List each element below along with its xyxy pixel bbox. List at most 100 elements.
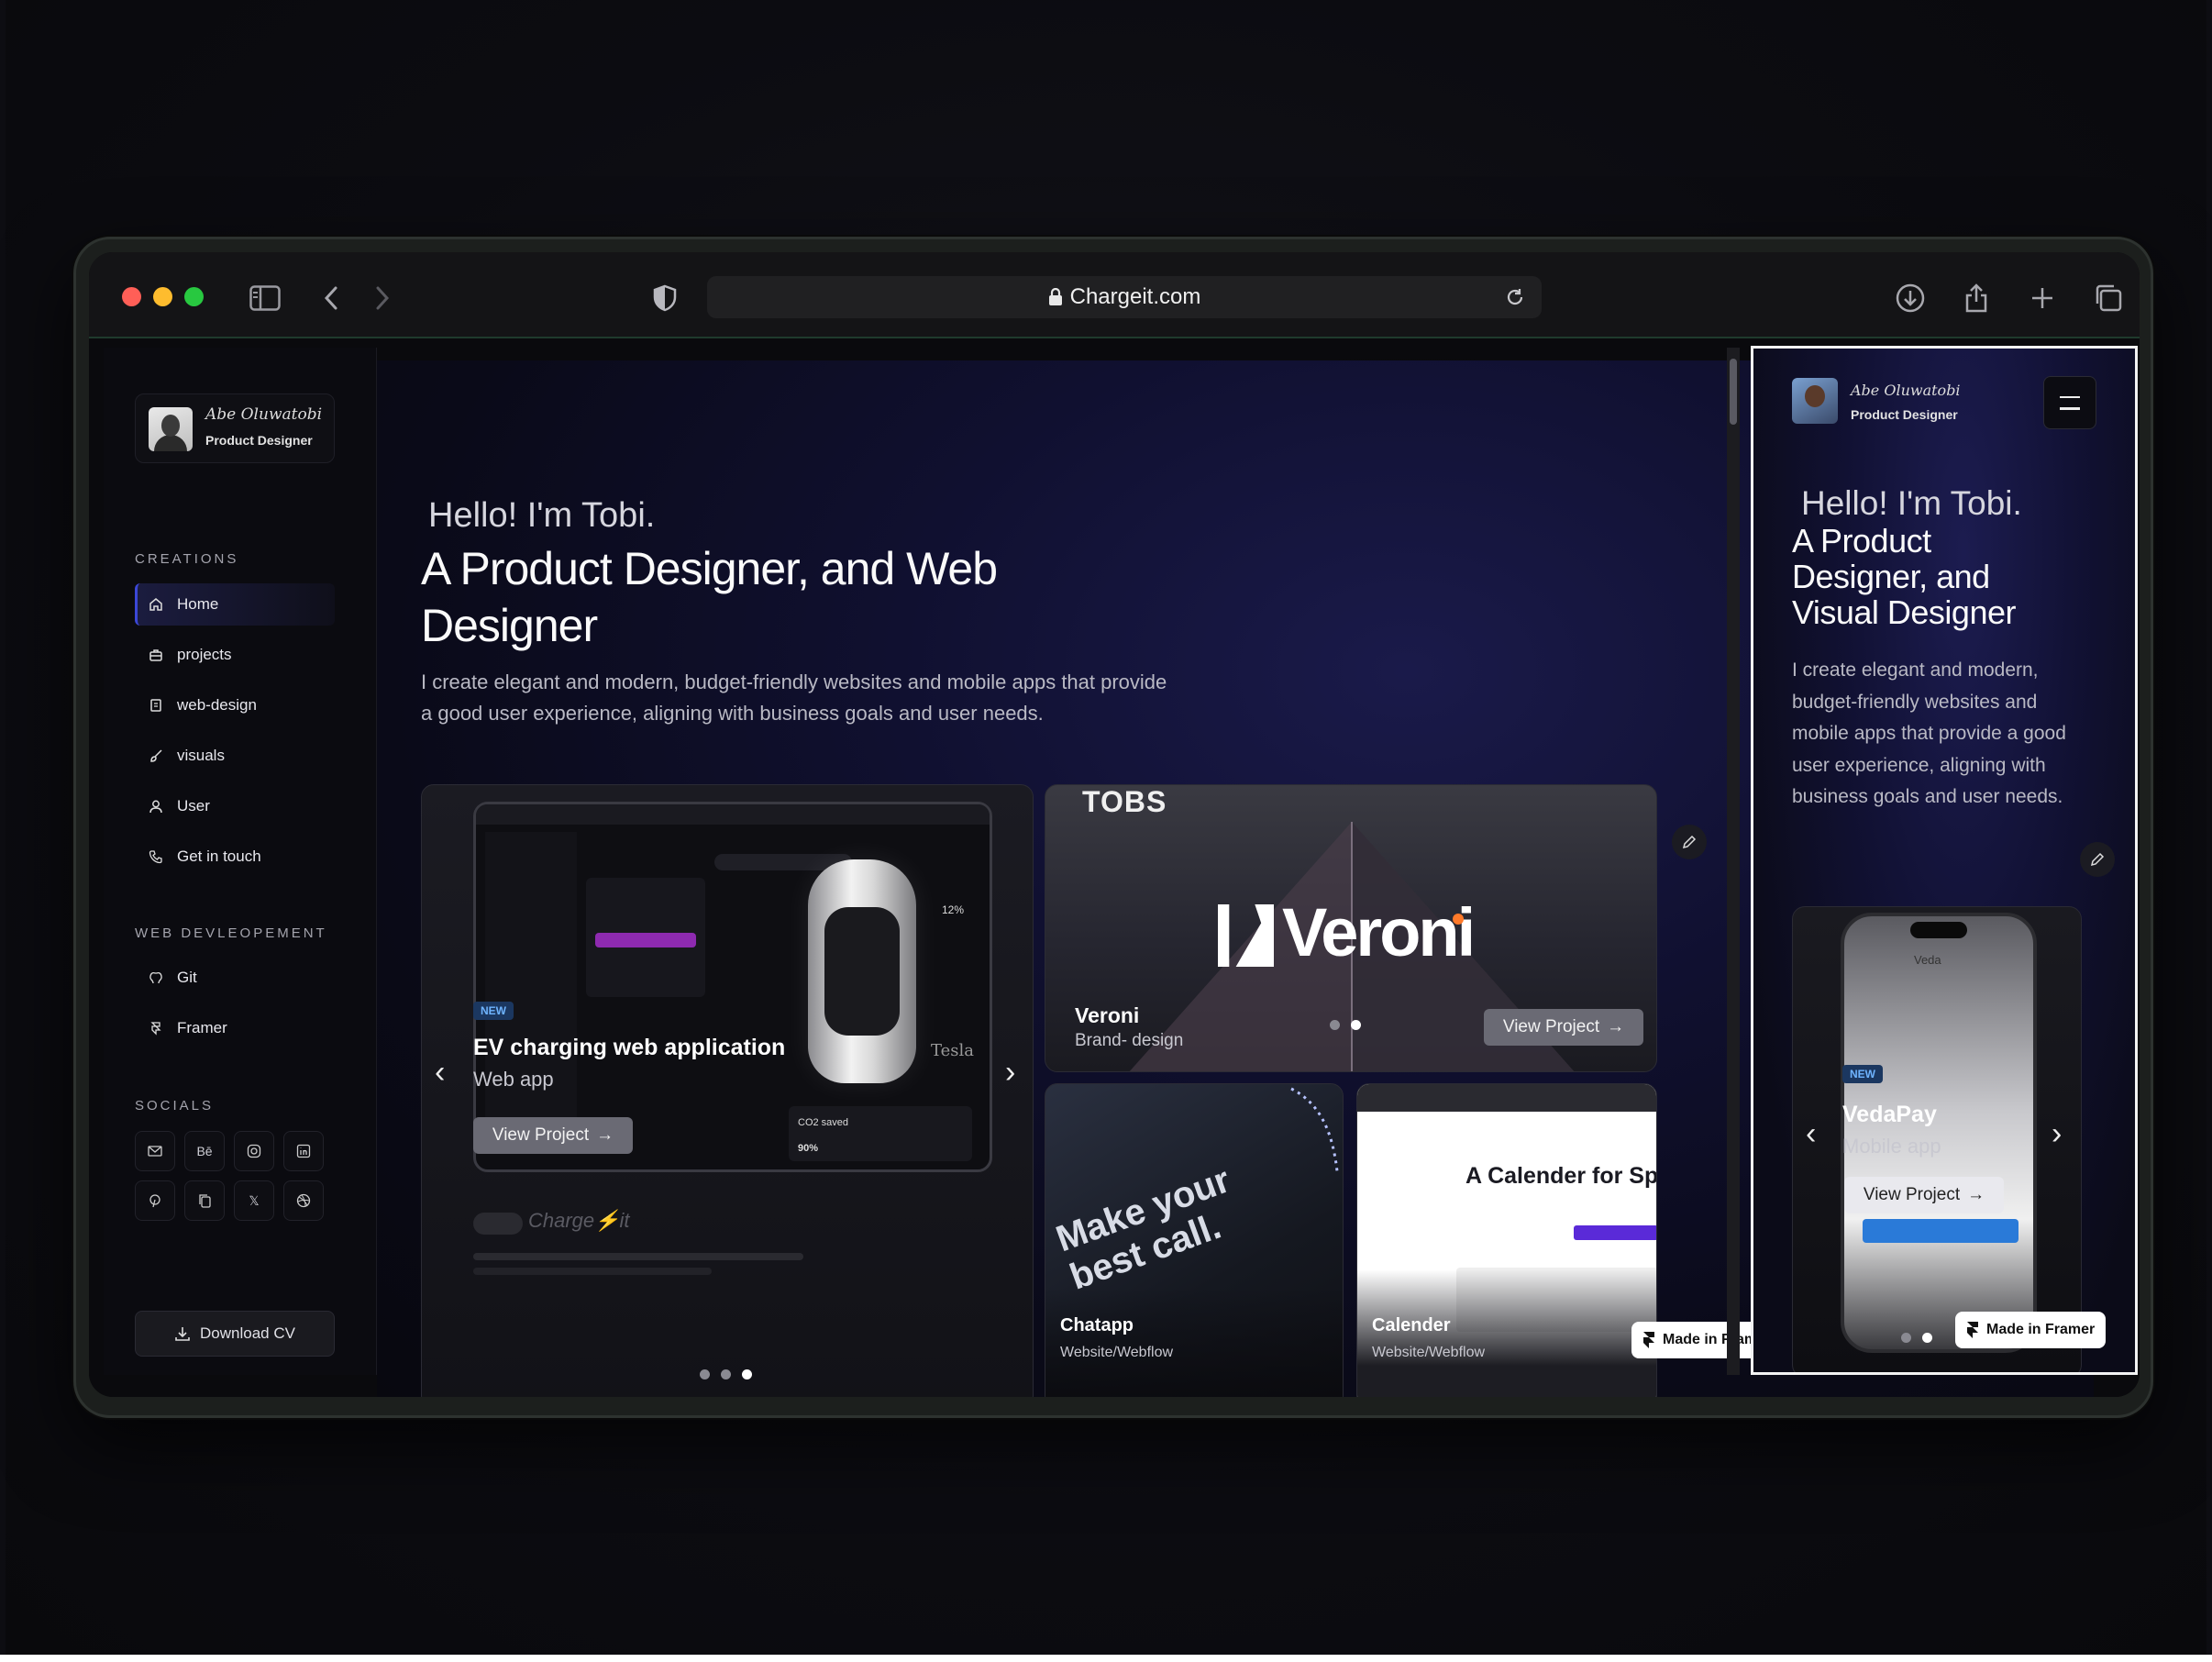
project-card-veroni[interactable]: TOBS Veroni Veroni Brand- design View Pr…	[1045, 784, 1657, 1072]
arrow-right-icon: →	[1967, 1185, 1985, 1204]
nav-item-label: Git	[177, 969, 197, 986]
nav-item-home[interactable]: Home	[135, 583, 335, 626]
linkedin-icon[interactable]	[283, 1131, 324, 1171]
instagram-icon[interactable]	[234, 1131, 274, 1171]
mobile-preview: Abe Oluwatobi Product Designer Hello! I'…	[1751, 346, 2138, 1375]
briefcase-icon	[148, 647, 164, 663]
arrow-right-icon: →	[596, 1125, 614, 1145]
chatapp-tagline: Make your best call.	[1051, 1159, 1235, 1298]
browser-toolbar: Chargeit.com	[89, 252, 2140, 338]
main-scrollbar[interactable]	[1727, 348, 1740, 1375]
project-title: VedaPay	[1842, 1102, 1937, 1127]
download-icon	[175, 1327, 190, 1341]
nav-item-framer[interactable]: Framer	[135, 1007, 335, 1049]
edit-pen-icon[interactable]	[2080, 842, 2115, 877]
made-in-framer-badge[interactable]: Made in Framer	[1955, 1312, 2107, 1348]
nav-item-label: User	[177, 797, 210, 814]
nav-item-visuals[interactable]: visuals	[135, 735, 335, 777]
car-image	[808, 859, 916, 1083]
download-cv-button[interactable]: Download CV	[135, 1311, 335, 1357]
nav-item-get-in-touch[interactable]: Get in touch	[135, 836, 335, 878]
scroll-thumb[interactable]	[1730, 359, 1737, 425]
project-subtitle: Website/Webflow	[1372, 1345, 1486, 1360]
project-card-vedapay[interactable]: Veda NEW VedaPay Mobile app View Project…	[1792, 906, 2082, 1372]
framer-logo-icon	[1967, 1322, 1978, 1338]
phone-icon	[148, 848, 164, 865]
nav-item-projects[interactable]: projects	[135, 634, 335, 676]
project-card-chatapp[interactable]: Make your best call. Chatapp Website/Web…	[1045, 1083, 1344, 1397]
tab-overview-icon[interactable]	[2090, 280, 2127, 316]
new-badge: NEW	[1842, 1065, 1883, 1083]
project-card-calender[interactable]: A Calender for Sp Calender Website/Webfl…	[1356, 1083, 1657, 1397]
car-model-label: Tesla	[931, 1041, 974, 1060]
arrow-right-icon: →	[1607, 1017, 1625, 1036]
project-title: Veroni	[1075, 1003, 1140, 1027]
carousel-dots	[700, 1369, 752, 1379]
hero-headline: A Product Designer, and Visual Designer	[1792, 522, 2016, 631]
carousel-prev-icon[interactable]: ‹	[1806, 1116, 1816, 1152]
orange-dot	[1453, 914, 1464, 925]
hero-greeting: Hello! I'm Tobi.	[1801, 484, 2022, 522]
profile-card[interactable]: Abe Oluwatobi Product Designer	[135, 393, 335, 463]
minimize-window-button[interactable]	[153, 287, 172, 306]
close-window-button[interactable]	[122, 287, 141, 306]
x-icon[interactable]: 𝕏	[234, 1180, 274, 1221]
signature: Abe Oluwatobi	[205, 405, 323, 424]
address-bar[interactable]: Chargeit.com	[707, 276, 1542, 318]
avatar	[1792, 378, 1838, 424]
carousel-next-icon[interactable]: ›	[1005, 1055, 1015, 1091]
nav-item-label: web-design	[177, 696, 257, 714]
project-title: EV charging web application	[473, 1035, 786, 1060]
view-project-button[interactable]: View Project →	[1484, 1009, 1643, 1046]
nav-item-user[interactable]: User	[135, 785, 335, 827]
view-project-button[interactable]: View Project →	[1844, 1177, 2004, 1213]
toggle-graphic	[473, 1213, 523, 1235]
download-icon[interactable]	[1892, 280, 1929, 316]
nav-item-label: Home	[177, 595, 219, 613]
framer-icon	[148, 1020, 164, 1036]
cta-graphic	[1574, 1225, 1656, 1240]
behance-icon[interactable]: Bē	[184, 1131, 225, 1171]
project-card-ev-charging[interactable]: 12% Tesla NEW EV charging web applicatio…	[421, 784, 1034, 1397]
nav-item-web-design[interactable]: web-design	[135, 684, 335, 726]
hamburger-menu-icon[interactable]	[2043, 376, 2096, 429]
carousel-prev-icon[interactable]: ‹	[435, 1055, 445, 1091]
sidebar-toggle-icon[interactable]	[247, 280, 283, 316]
mini-browser-bar	[1357, 1084, 1656, 1112]
edit-pen-icon[interactable]	[1672, 825, 1707, 859]
veroni-wordmark: Veroni	[1282, 894, 1476, 970]
pinterest-icon[interactable]	[135, 1180, 175, 1221]
hero-intro: I create elegant and modern, budget-frie…	[421, 670, 1167, 725]
share-icon[interactable]	[1958, 280, 1995, 316]
new-badge: NEW	[473, 1002, 514, 1020]
carousel-dots	[1901, 1333, 1932, 1343]
copy-icon[interactable]	[184, 1180, 225, 1221]
hero-headline: A Product Designer, and Web Designer	[421, 543, 998, 651]
new-tab-icon[interactable]	[2024, 280, 2061, 316]
project-subtitle: Web app	[473, 1068, 554, 1091]
carousel-next-icon[interactable]: ›	[2052, 1116, 2062, 1152]
gauge-value: 12%	[942, 903, 965, 916]
back-icon[interactable]	[313, 280, 349, 316]
shield-icon[interactable]	[647, 280, 683, 316]
reload-icon[interactable]	[1505, 287, 1525, 307]
dotted-arc	[1290, 1087, 1339, 1172]
view-project-button[interactable]: View Project →	[473, 1117, 633, 1154]
brush-icon	[148, 748, 164, 764]
forward-icon[interactable]	[364, 280, 401, 316]
browser-window: Chargeit.com Abe Oluwatobi Product Desig…	[89, 252, 2140, 1397]
mail-icon[interactable]	[135, 1131, 175, 1171]
git-icon	[148, 970, 164, 986]
co2-widget: CO2 saved 90%	[789, 1106, 972, 1161]
web-development-title: WEB DEVLEOPEMENT	[135, 925, 327, 941]
web-page: Abe Oluwatobi Product Designer CREATIONS…	[89, 340, 2140, 1397]
nav-item-label: projects	[177, 646, 232, 663]
sidebar: Abe Oluwatobi Product Designer CREATIONS…	[104, 348, 377, 1375]
dribbble-icon[interactable]	[283, 1180, 324, 1221]
nav-item-git[interactable]: Git	[135, 957, 335, 999]
nav-item-label: visuals	[177, 747, 225, 764]
maximize-window-button[interactable]	[184, 287, 204, 306]
avatar	[149, 407, 193, 451]
calender-headline: A Calender for Sp	[1465, 1163, 1657, 1189]
framer-logo-icon	[1643, 1332, 1654, 1348]
